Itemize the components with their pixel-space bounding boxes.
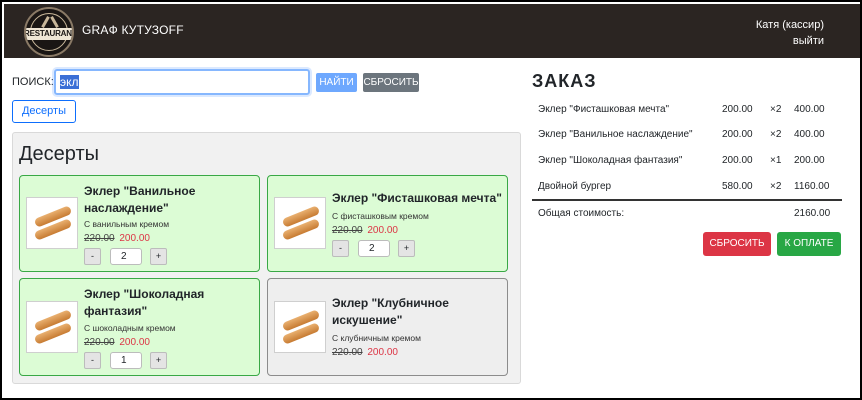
search-label: ПОИСК: (12, 76, 54, 88)
order-item-row: Эклер "Шоколадная фантазия" 200.00 ×1 20… (532, 148, 842, 174)
brand-name: GRAФ КУТУЗOFF (82, 23, 184, 37)
product-card[interactable]: Эклер "Шоколадная фантазия" С шоколадным… (19, 278, 260, 376)
top-navbar: RESTAURANT GRAФ КУТУЗOFF Катя (кассир) в… (4, 4, 860, 58)
reset-search-button[interactable]: СБРОСИТЬ (363, 73, 419, 92)
order-item-qty: ×2 (770, 129, 782, 140)
product-description: С фисташковым кремом (332, 211, 429, 221)
order-item-qty: ×1 (770, 155, 782, 166)
product-card[interactable]: Эклер "Фисташковая мечта" С фисташковым … (267, 175, 508, 272)
search-input[interactable]: экл (54, 69, 310, 95)
catalog-title: Десерты (19, 143, 100, 165)
order-item-qty: ×2 (770, 181, 782, 192)
product-card[interactable]: Эклер "Ванильное наслаждение" С ванильны… (19, 175, 260, 272)
search-input-selected-text: экл (60, 75, 79, 89)
eclair-image (274, 197, 326, 249)
product-description: С шоколадным кремом (84, 323, 176, 333)
order-total-label: Общая стоимость: (538, 208, 625, 219)
new-price: 200.00 (367, 225, 398, 236)
order-item-sum: 1160.00 (794, 181, 830, 192)
logo-text: RESTAURANT (24, 28, 74, 40)
user-name: Катя (кассир) (755, 19, 824, 31)
order-item-price: 580.00 (722, 181, 753, 192)
old-price: 220.00 (332, 347, 363, 358)
increase-button[interactable]: + (150, 352, 167, 369)
order-item-price: 200.00 (722, 155, 753, 166)
category-filter-desserts[interactable]: Десерты (12, 100, 76, 123)
clear-order-button[interactable]: СБРОСИТЬ (703, 232, 771, 256)
product-name: Эклер "Фисташковая мечта" (332, 191, 502, 205)
product-description: С ванильным кремом (84, 219, 170, 229)
order-item-sum: 200.00 (794, 155, 825, 166)
new-price: 200.00 (119, 337, 150, 348)
product-description: С клубничным кремом (332, 333, 421, 343)
product-name: Эклер "Клубничное искушение" (332, 296, 449, 327)
product-price: 220.00 200.00 (332, 347, 398, 358)
increase-button[interactable]: + (150, 248, 167, 265)
old-price: 220.00 (332, 225, 363, 236)
product-price: 220.00 200.00 (84, 337, 150, 348)
order-item-sum: 400.00 (794, 104, 825, 115)
order-item-name: Эклер "Ванильное наслаждение" (538, 129, 693, 140)
logout-link[interactable]: выйти (756, 33, 824, 49)
decrease-button[interactable]: - (84, 352, 101, 369)
increase-button[interactable]: + (398, 240, 415, 257)
product-price: 220.00 200.00 (84, 233, 150, 244)
product-card[interactable]: Эклер "Клубничное искушение" С клубничны… (267, 278, 508, 376)
checkout-button[interactable]: К ОПЛАТЕ (777, 232, 841, 256)
product-name: Эклер "Ванильное наслаждение" (84, 184, 196, 215)
order-item-price: 200.00 (722, 129, 753, 140)
user-block: Катя (кассир) выйти (756, 17, 824, 49)
order-item-name: Двойной бургер (538, 181, 612, 192)
order-item-name: Эклер "Фисташковая мечта" (538, 104, 670, 115)
decrease-button[interactable]: - (332, 240, 349, 257)
decrease-button[interactable]: - (84, 248, 101, 265)
app-window: RESTAURANT GRAФ КУТУЗOFF Катя (кассир) в… (0, 0, 862, 400)
old-price: 220.00 (84, 337, 115, 348)
catalog-panel: Десерты Эклер "Ванильное наслаждение" С … (12, 132, 521, 384)
product-name: Эклер "Шоколадная фантазия" (84, 287, 205, 318)
new-price: 200.00 (119, 233, 150, 244)
order-item-row: Двойной бургер 580.00 ×2 1160.00 (532, 174, 842, 200)
order-item-sum: 400.00 (794, 129, 825, 140)
quantity-input[interactable]: 2 (358, 240, 390, 257)
restaurant-logo-icon[interactable]: RESTAURANT (24, 7, 74, 57)
order-item-row: Эклер "Ванильное наслаждение" 200.00 ×2 … (532, 122, 842, 148)
eclair-image (26, 197, 78, 249)
new-price: 200.00 (367, 347, 398, 358)
order-item-price: 200.00 (722, 104, 753, 115)
quantity-input[interactable]: 2 (110, 248, 142, 265)
quantity-input[interactable]: 1 (110, 352, 142, 369)
order-item-name: Эклер "Шоколадная фантазия" (538, 155, 683, 166)
order-item-qty: ×2 (770, 104, 782, 115)
eclair-image (26, 301, 78, 353)
order-item-row: Эклер "Фисташковая мечта" 200.00 ×2 400.… (532, 97, 842, 123)
order-title: ЗАКАЗ (532, 71, 597, 91)
eclair-image (274, 301, 326, 353)
order-total-value: 2160.00 (794, 208, 831, 219)
order-total-row: Общая стоимость: 2160.00 (532, 201, 842, 227)
old-price: 220.00 (84, 233, 115, 244)
find-button[interactable]: НАЙТИ (316, 73, 357, 92)
product-price: 220.00 200.00 (332, 225, 398, 236)
